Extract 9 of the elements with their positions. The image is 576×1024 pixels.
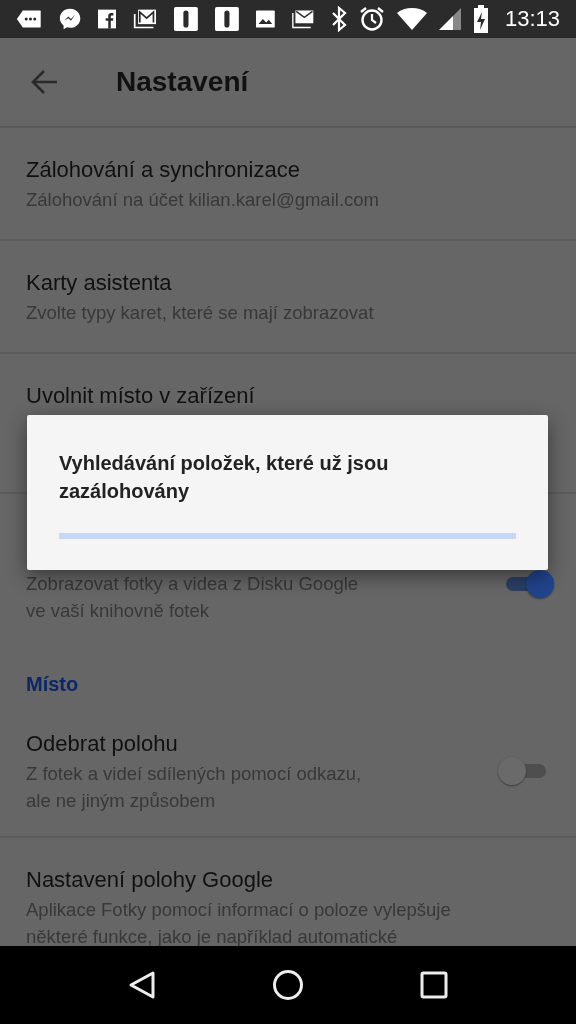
setting-title: Nastavení polohy Google bbox=[26, 866, 275, 894]
setting-title: Zálohování a synchronizace bbox=[26, 156, 301, 184]
screen-title: Nastavení bbox=[116, 66, 249, 98]
section-header: Místo bbox=[25, 672, 80, 697]
dialog-message: Vyhledávání položek, které už jsou zazálohovány bbox=[59, 451, 390, 504]
setting-title: Uvolnit místo v zařízení bbox=[26, 382, 256, 410]
setting-title: Odebrat polohu bbox=[26, 730, 179, 758]
clock-time: 13:13 bbox=[504, 6, 560, 32]
setting-title: Karty asistenta bbox=[26, 269, 173, 297]
